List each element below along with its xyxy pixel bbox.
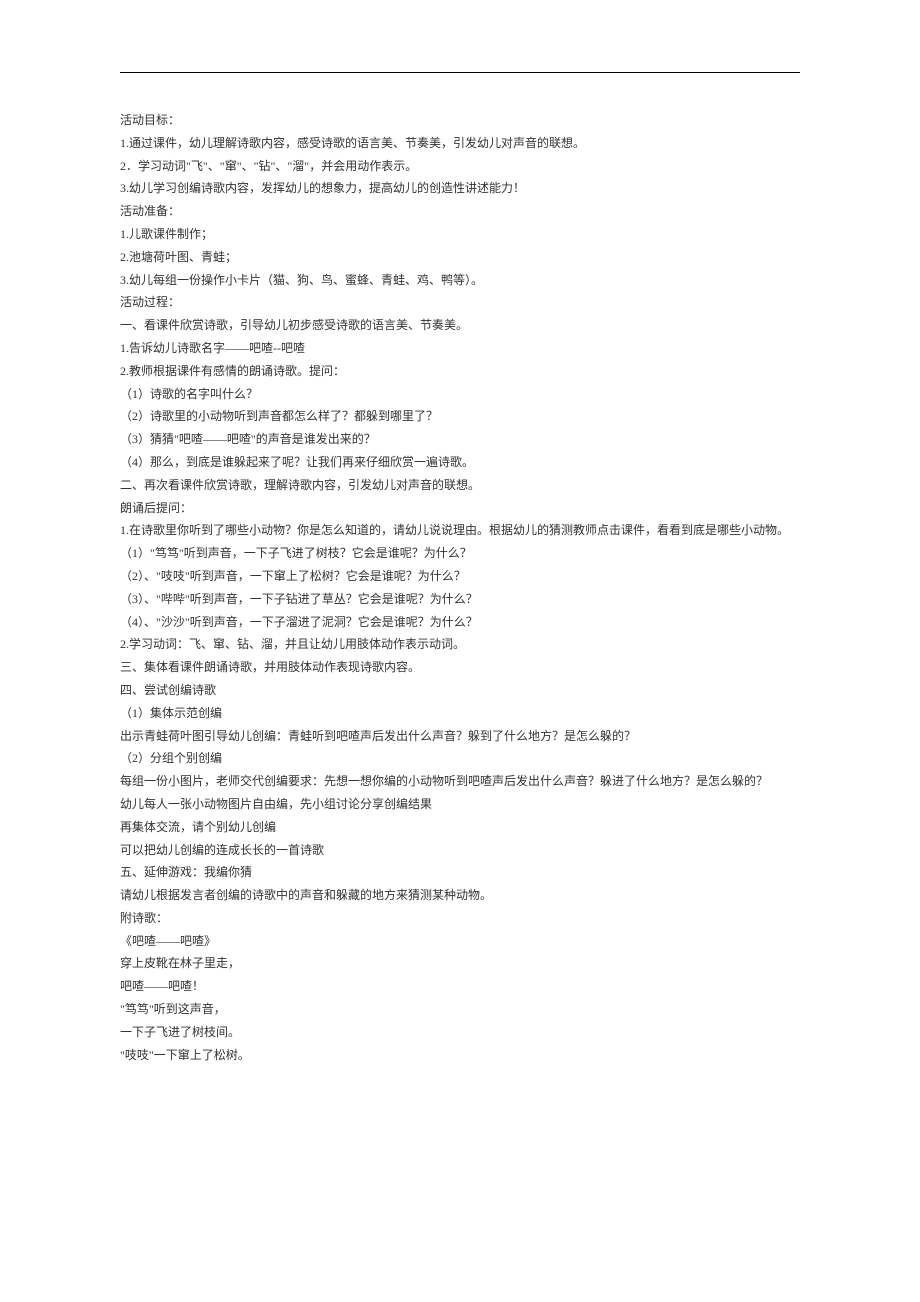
- text-line: 2.教师根据课件有感情的朗诵诗歌。提问：: [120, 360, 800, 383]
- text-line: （2）分组个别创编: [120, 747, 800, 770]
- text-line: 一下子飞进了树枝间。: [120, 1021, 800, 1044]
- text-line: 3.幼儿学习创编诗歌内容，发挥幼儿的想象力，提高幼儿的创造性讲述能力！: [120, 177, 800, 200]
- text-line: 3.幼儿每组一份操作小卡片（猫、狗、鸟、蜜蜂、青蛙、鸡、鸭等）。: [120, 269, 800, 292]
- text-line: （4）那么，到底是谁躲起来了呢？让我们再来仔细欣赏一遍诗歌。: [120, 451, 800, 474]
- text-line: 一、看课件欣赏诗歌，引导幼儿初步感受诗歌的语言美、节奏美。: [120, 314, 800, 337]
- document-body: 活动目标：1.通过课件，幼儿理解诗歌内容，感受诗歌的语言美、节奏美，引发幼儿对声…: [120, 109, 800, 1066]
- text-line: 1.通过课件，幼儿理解诗歌内容，感受诗歌的语言美、节奏美，引发幼儿对声音的联想。: [120, 132, 800, 155]
- text-line: （2）诗歌里的小动物听到声音都怎么样了？都躲到哪里了？: [120, 405, 800, 428]
- text-line: 《吧喳——吧喳》: [120, 930, 800, 953]
- text-line: 朗诵后提问：: [120, 497, 800, 520]
- text-line: （1）诗歌的名字叫什么？: [120, 383, 800, 406]
- text-line: 再集体交流，请个别幼儿创编: [120, 816, 800, 839]
- text-line: "笃笃"听到这声音，: [120, 998, 800, 1021]
- text-line: 1.儿歌课件制作；: [120, 223, 800, 246]
- text-line: （3）、"哔哔"听到声音，一下子钻进了草丛？它会是谁呢？为什么？: [120, 588, 800, 611]
- text-line: "吱吱"一下窜上了松树。: [120, 1044, 800, 1067]
- text-line: （1）集体示范创编: [120, 702, 800, 725]
- text-line: 吧喳——吧喳！: [120, 975, 800, 998]
- text-line: 活动准备：: [120, 200, 800, 223]
- text-line: 可以把幼儿创编的连成长长的一首诗歌: [120, 839, 800, 862]
- text-line: 出示青蛙荷叶图引导幼儿创编：青蛙听到吧喳声后发出什么声音？躲到了什么地方？是怎么…: [120, 725, 800, 748]
- text-line: 2.学习动词：飞、窜、钻、溜，并且让幼儿用肢体动作表示动词。: [120, 633, 800, 656]
- text-line: 四、尝试创编诗歌: [120, 679, 800, 702]
- text-line: （3）猜猜"吧喳——吧喳"的声音是谁发出来的？: [120, 428, 800, 451]
- text-line: 2.池塘荷叶图、青蛙；: [120, 246, 800, 269]
- text-line: 每组一份小图片，老师交代创编要求：先想一想你编的小动物听到吧喳声后发出什么声音？…: [120, 770, 800, 793]
- text-line: 1.告诉幼儿诗歌名字——吧喳--吧喳: [120, 337, 800, 360]
- horizontal-rule: [120, 72, 800, 73]
- text-line: （1）"笃笃"听到声音，一下子飞进了树枝？它会是谁呢？为什么？: [120, 542, 800, 565]
- text-line: 五、延伸游戏：我编你猜: [120, 861, 800, 884]
- text-line: 幼儿每人一张小动物图片自由编，先小组讨论分享创编结果: [120, 793, 800, 816]
- text-line: 三、集体看课件朗诵诗歌，并用肢体动作表现诗歌内容。: [120, 656, 800, 679]
- text-line: 请幼儿根据发言者创编的诗歌中的声音和躲藏的地方来猜测某种动物。: [120, 884, 800, 907]
- text-line: （4）、"沙沙"听到声音，一下子溜进了泥洞？它会是谁呢？为什么？: [120, 611, 800, 634]
- text-line: 1.在诗歌里你听到了哪些小动物？你是怎么知道的，请幼儿说说理由。根据幼儿的猜测教…: [120, 519, 800, 542]
- text-line: 二、再次看课件欣赏诗歌，理解诗歌内容，引发幼儿对声音的联想。: [120, 474, 800, 497]
- text-line: 穿上皮靴在林子里走，: [120, 952, 800, 975]
- text-line: 附诗歌：: [120, 907, 800, 930]
- text-line: 活动过程：: [120, 291, 800, 314]
- text-line: 2．学习动词"飞"、"窜"、"钻"、"溜"，并会用动作表示。: [120, 155, 800, 178]
- text-line: （2）、"吱吱"听到声音，一下窜上了松树？它会是谁呢？为什么？: [120, 565, 800, 588]
- text-line: 活动目标：: [120, 109, 800, 132]
